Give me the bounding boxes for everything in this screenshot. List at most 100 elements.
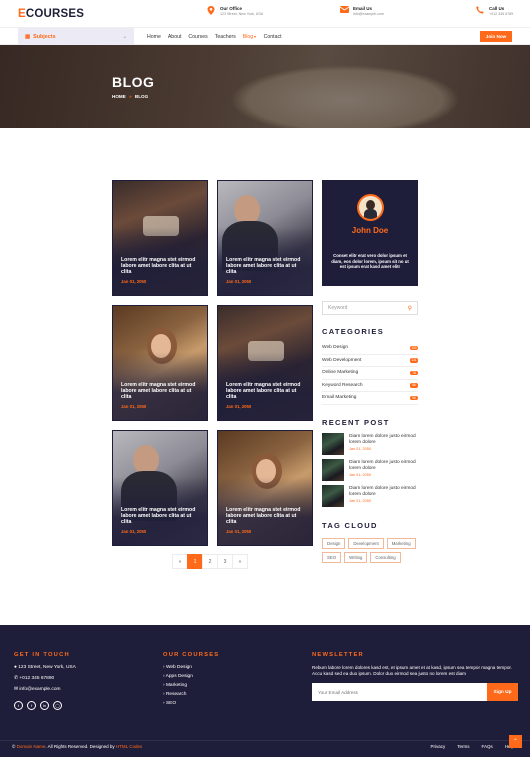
subjects-label: Subjects xyxy=(33,33,56,40)
count-badge: 78 xyxy=(410,370,418,375)
footer-address: ● 123 Street, New York, USA xyxy=(14,665,76,670)
blog-date: Jan 01, 2050 xyxy=(121,529,147,534)
copyright-domain-link[interactable]: Domain Name xyxy=(17,744,46,749)
recent-post[interactable]: Diam lorem dolore justo eirmod lorem dol… xyxy=(322,485,418,507)
recent-post-date: Jan 01, 2050 xyxy=(349,499,371,503)
newsletter-form: Sign Up xyxy=(312,683,518,701)
search-placeholder: Keyword xyxy=(328,305,348,311)
tag[interactable]: SEO xyxy=(322,552,342,563)
blog-card[interactable]: Lorem elitr magna stet eirmod labore ame… xyxy=(112,180,208,296)
map-marker-icon xyxy=(207,6,215,15)
category-item[interactable]: Web Development 131 xyxy=(322,355,418,367)
tag[interactable]: Marketing xyxy=(386,538,416,549)
footer-link-privacy[interactable]: Privacy xyxy=(430,744,445,749)
author-description: Conset elitr erat vero dolor ipsum et di… xyxy=(331,253,409,269)
designer-link[interactable]: HTML Codex xyxy=(116,744,142,749)
facebook-icon[interactable]: f xyxy=(27,701,36,710)
categories-heading: CATEGORIES xyxy=(322,327,385,336)
blog-card[interactable]: Lorem elitr magna stet eirmod labore ame… xyxy=(217,430,313,546)
blog-card[interactable]: Lorem elitr magna stet eirmod labore ame… xyxy=(112,305,208,421)
call-title: Call Us xyxy=(489,6,505,11)
back-to-top-button[interactable]: ⌃ xyxy=(509,735,522,748)
phone-icon xyxy=(476,6,484,14)
search-icon[interactable]: ⚲ xyxy=(408,305,412,312)
blog-title[interactable]: Lorem elitr magna stet eirmod labore ame… xyxy=(226,257,306,275)
category-item[interactable]: Online Marketing 78 xyxy=(322,367,418,380)
office-contact: Our Office 123 Street, New York, USA xyxy=(207,6,263,16)
blog-title[interactable]: Lorem elitr magna stet eirmod labore ame… xyxy=(226,382,306,400)
nav-blog[interactable]: Blog▼ xyxy=(243,34,257,40)
tag[interactable]: Consulting xyxy=(370,552,401,563)
avatar xyxy=(357,194,384,221)
blog-card[interactable]: Lorem elitr magna stet eirmod labore ame… xyxy=(112,430,208,546)
pagination: « 1 2 3 » xyxy=(172,554,248,569)
logo[interactable]: ECOURSES xyxy=(18,8,84,20)
footer-course-link[interactable]: › Apps Design xyxy=(163,674,193,679)
footer-touch-heading: GET IN TOUCH xyxy=(14,652,70,658)
instagram-icon[interactable]: ◯ xyxy=(53,701,62,710)
chevron-down-icon: ⌄ xyxy=(122,33,127,40)
tag[interactable]: Design xyxy=(322,538,346,549)
recent-post-title[interactable]: Diam lorem dolore justo eirmod lorem dol… xyxy=(349,486,418,497)
office-value: 123 Street, New York, USA xyxy=(220,12,264,16)
email-value[interactable]: info@example.com xyxy=(353,12,384,16)
footer-course-link[interactable]: › Research xyxy=(163,692,186,697)
footer-course-link[interactable]: › SEO xyxy=(163,701,176,706)
call-contact: Call Us +012 345 6789 xyxy=(476,6,513,16)
recent-post-thumbnail xyxy=(322,485,344,507)
recent-post-date: Jan 01, 2050 xyxy=(349,473,371,477)
footer-link-terms[interactable]: Terms xyxy=(457,744,469,749)
footer: GET IN TOUCH ● 123 Street, New York, USA… xyxy=(0,625,530,757)
nav-contact[interactable]: Contact xyxy=(264,34,282,40)
nav-about[interactable]: About xyxy=(168,34,182,40)
category-item[interactable]: Keyword Research 56 xyxy=(322,380,418,392)
count-badge: 131 xyxy=(410,358,418,363)
category-item[interactable]: Web Design 150 xyxy=(322,342,418,355)
office-title: Our Office xyxy=(220,6,243,11)
footer-course-link[interactable]: › Web Design xyxy=(163,665,192,670)
recent-post-title[interactable]: Diam lorem dolore justo eirmod lorem dol… xyxy=(349,434,418,445)
twitter-icon[interactable]: t xyxy=(14,701,23,710)
pagination-page[interactable]: 3 xyxy=(217,554,233,569)
search-input[interactable]: Keyword ⚲ xyxy=(322,301,418,315)
pagination-page[interactable]: 1 xyxy=(187,554,203,569)
call-value[interactable]: +012 345 6789 xyxy=(489,12,513,16)
footer-course-link[interactable]: › Marketing xyxy=(163,683,187,688)
pagination-next[interactable]: » xyxy=(232,554,248,569)
recent-post-title[interactable]: Diam lorem dolore justo eirmod lorem dol… xyxy=(349,460,418,471)
tag[interactable]: Writing xyxy=(344,552,368,563)
count-badge: 150 xyxy=(410,345,418,350)
nav-home[interactable]: Home xyxy=(147,34,161,40)
page-hero: BLOG HOME » BLOG xyxy=(0,45,530,128)
blog-title[interactable]: Lorem elitr magna stet eirmod labore ame… xyxy=(121,507,201,525)
top-header: ECOURSES xyxy=(0,0,530,27)
recent-post[interactable]: Diam lorem dolore justo eirmod lorem dol… xyxy=(322,433,418,455)
breadcrumb-home[interactable]: HOME xyxy=(112,94,126,99)
navbar: ▦ Subjects ⌄ Home About Courses Teachers… xyxy=(0,27,530,45)
category-item[interactable]: Email Marketing 98 xyxy=(322,392,418,405)
linkedin-icon[interactable]: in xyxy=(40,701,49,710)
footer-link-faqs[interactable]: FAQs xyxy=(481,744,492,749)
sign-up-button[interactable]: Sign Up xyxy=(487,683,518,701)
page-title: BLOG xyxy=(112,74,155,90)
blog-card[interactable]: Lorem elitr magna stet eirmod labore ame… xyxy=(217,305,313,421)
envelope-icon xyxy=(339,6,350,14)
recent-post-thumbnail xyxy=(322,433,344,455)
blog-title[interactable]: Lorem elitr magna stet eirmod labore ame… xyxy=(226,507,306,525)
newsletter-email-input[interactable] xyxy=(312,683,487,701)
footer-email[interactable]: ✉ info@example.com xyxy=(14,687,61,692)
blog-card[interactable]: Lorem elitr magna stet eirmod labore ame… xyxy=(217,180,313,296)
subjects-dropdown[interactable]: ▦ Subjects ⌄ xyxy=(18,28,134,45)
nav-courses[interactable]: Courses xyxy=(188,34,207,40)
pagination-prev[interactable]: « xyxy=(172,554,188,569)
join-now-button[interactable]: Join Now xyxy=(480,31,512,42)
recent-post[interactable]: Diam lorem dolore justo eirmod lorem dol… xyxy=(322,459,418,481)
email-title: Email Us xyxy=(353,6,373,11)
nav-teachers[interactable]: Teachers xyxy=(215,34,236,40)
blog-title[interactable]: Lorem elitr magna stet eirmod labore ame… xyxy=(121,382,201,400)
pagination-page[interactable]: 2 xyxy=(202,554,218,569)
copyright: © Domain Name. All Rights Reserved. Desi… xyxy=(12,744,143,749)
breadcrumb-separator: » xyxy=(129,94,132,99)
blog-title[interactable]: Lorem elitr magna stet eirmod labore ame… xyxy=(121,257,201,275)
tag[interactable]: Development xyxy=(348,538,384,549)
